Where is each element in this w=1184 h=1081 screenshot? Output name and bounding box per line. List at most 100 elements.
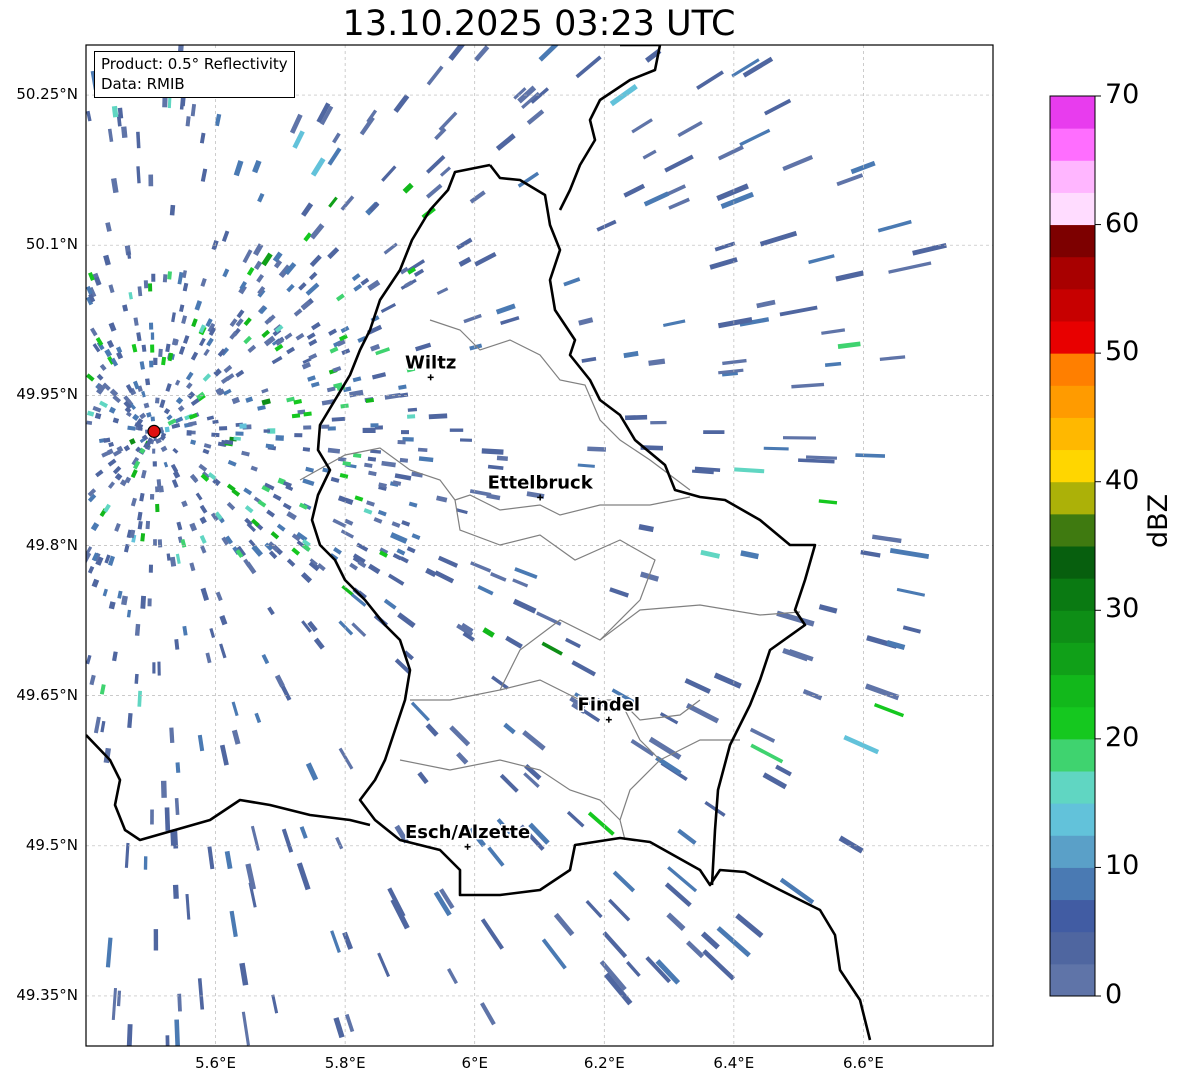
echo-cell: [717, 316, 753, 329]
colorbar-tick-label: 60: [1105, 207, 1140, 239]
echo-cell: [425, 183, 443, 199]
echo-cell: [130, 497, 137, 507]
echo-cell: [528, 822, 550, 845]
echo-cell: [436, 495, 448, 503]
echo-cell: [229, 910, 238, 938]
echo-cell: [110, 178, 119, 194]
colorbar-tick-label: 30: [1105, 593, 1140, 625]
echo-cell: [401, 520, 411, 527]
echo-cell: [342, 460, 351, 467]
echo-cell: [495, 303, 516, 315]
colorbar-segment: [1050, 578, 1095, 611]
echo-cell: [132, 413, 140, 421]
echo-cell: [239, 962, 249, 986]
echo-cell: [182, 282, 189, 292]
echo-cell: [145, 520, 151, 530]
echo-cell: [137, 690, 142, 707]
echo-cell: [902, 625, 922, 634]
echo-cell: [111, 105, 119, 118]
latitude-tick: 49.95°N: [16, 385, 78, 404]
echo-cell: [717, 145, 744, 161]
echo-cell: [241, 450, 250, 457]
echo-cell: [307, 375, 316, 382]
echo-cell: [337, 495, 354, 506]
echo-cell: [172, 447, 179, 454]
echo-cell: [286, 346, 296, 355]
colorbar-segment: [1050, 96, 1095, 129]
longitude-tick: 6.6°E: [843, 1054, 884, 1072]
echo-cell: [356, 542, 369, 552]
echo-cell: [235, 369, 245, 378]
echo-cell: [207, 846, 215, 870]
echo-cell: [603, 972, 633, 1006]
echo-cell: [496, 455, 508, 461]
echo-cell: [384, 392, 401, 400]
echo-cell: [740, 550, 759, 560]
echo-cell: [261, 329, 271, 339]
echo-cell: [577, 463, 595, 468]
colorbar-segment: [1050, 385, 1095, 418]
echo-cell: [147, 598, 152, 607]
echo-cell: [439, 166, 452, 177]
echo-cell: [254, 712, 262, 724]
echo-cell: [578, 317, 594, 326]
city-label: Wiltz: [405, 352, 456, 373]
echo-cell: [417, 447, 428, 453]
echo-cell: [877, 219, 912, 233]
echo-cell: [174, 1019, 181, 1046]
echo-cell: [415, 342, 432, 352]
echo-cell: [236, 309, 245, 319]
echo-cell: [575, 55, 602, 79]
echo-cell: [668, 197, 690, 210]
echo-cell: [631, 118, 653, 134]
echo-cell: [177, 271, 184, 285]
echo-cell: [90, 522, 100, 532]
echo-cell: [241, 1011, 250, 1046]
echo-cell: [213, 368, 222, 377]
echo-cell: [481, 448, 504, 455]
echo-cell: [779, 877, 815, 905]
echo-cell: [782, 436, 817, 440]
echo-cell: [302, 478, 315, 487]
echo-cell: [538, 45, 562, 62]
echo-cell: [219, 643, 227, 659]
echo-cell: [438, 111, 458, 132]
echo-cell: [157, 539, 163, 548]
echo-cell: [114, 522, 121, 532]
echo-cell: [182, 625, 188, 636]
echo-cell: [154, 397, 160, 404]
echo-cell: [308, 353, 318, 361]
echo-cell: [107, 128, 114, 142]
city-wiltz: Wiltz: [404, 351, 458, 381]
echo-cell: [739, 128, 771, 147]
longitude-tick: 5.6°E: [195, 1054, 236, 1072]
echo-cell: [381, 460, 396, 468]
echo-cell: [344, 1013, 355, 1033]
echo-cell: [226, 501, 236, 511]
echo-cell: [200, 545, 207, 554]
echo-cell: [309, 223, 325, 240]
echo-cell: [282, 502, 292, 511]
echo-cell: [247, 344, 257, 354]
echo-cell: [352, 453, 362, 458]
echo-cell: [117, 590, 123, 599]
echo-cell: [296, 862, 311, 891]
echo-cell: [303, 232, 313, 242]
echo-cell: [242, 249, 253, 264]
echo-cell: [99, 400, 108, 408]
echo-cell: [104, 348, 113, 358]
echo-cell: [333, 547, 342, 555]
echo-cell: [124, 842, 130, 868]
echo-cell: [185, 893, 191, 920]
echo-cell: [566, 810, 585, 828]
longitude-tick: 6.4°E: [713, 1054, 755, 1072]
echo-cell: [235, 318, 244, 327]
echo-cell: [200, 587, 210, 601]
city-markers: Wiltz Ettelbruck Findel Esch/Alzette: [403, 351, 642, 850]
echo-cell: [505, 635, 523, 649]
echo-cell: [490, 572, 507, 582]
echo-cell: [873, 702, 905, 718]
echo-cell: [280, 685, 292, 701]
echo-cell: [912, 243, 947, 256]
echo-cell: [313, 637, 325, 650]
